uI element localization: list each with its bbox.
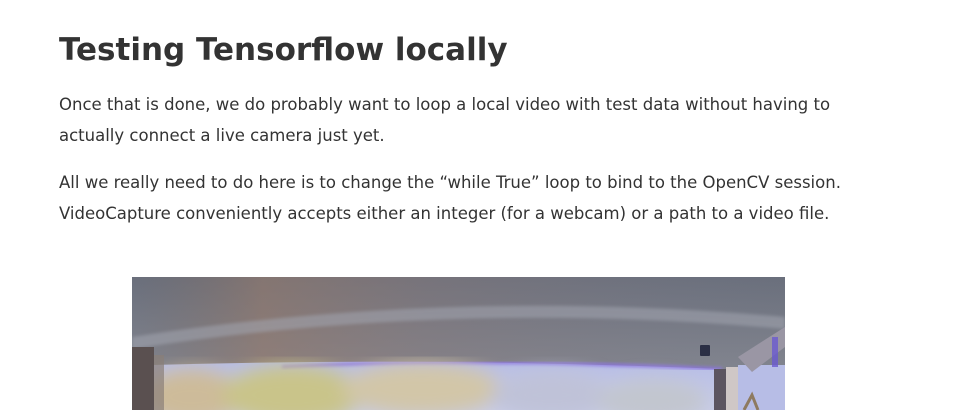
page-title: Testing Tensorflow locally — [59, 32, 508, 68]
paragraph-videocapture: All we really need to do here is to chan… — [59, 173, 841, 223]
paragraph-intro: Once that is done, we do probably want t… — [59, 95, 831, 145]
porch-camera-picture — [132, 277, 785, 410]
video-frame-image — [132, 277, 785, 410]
